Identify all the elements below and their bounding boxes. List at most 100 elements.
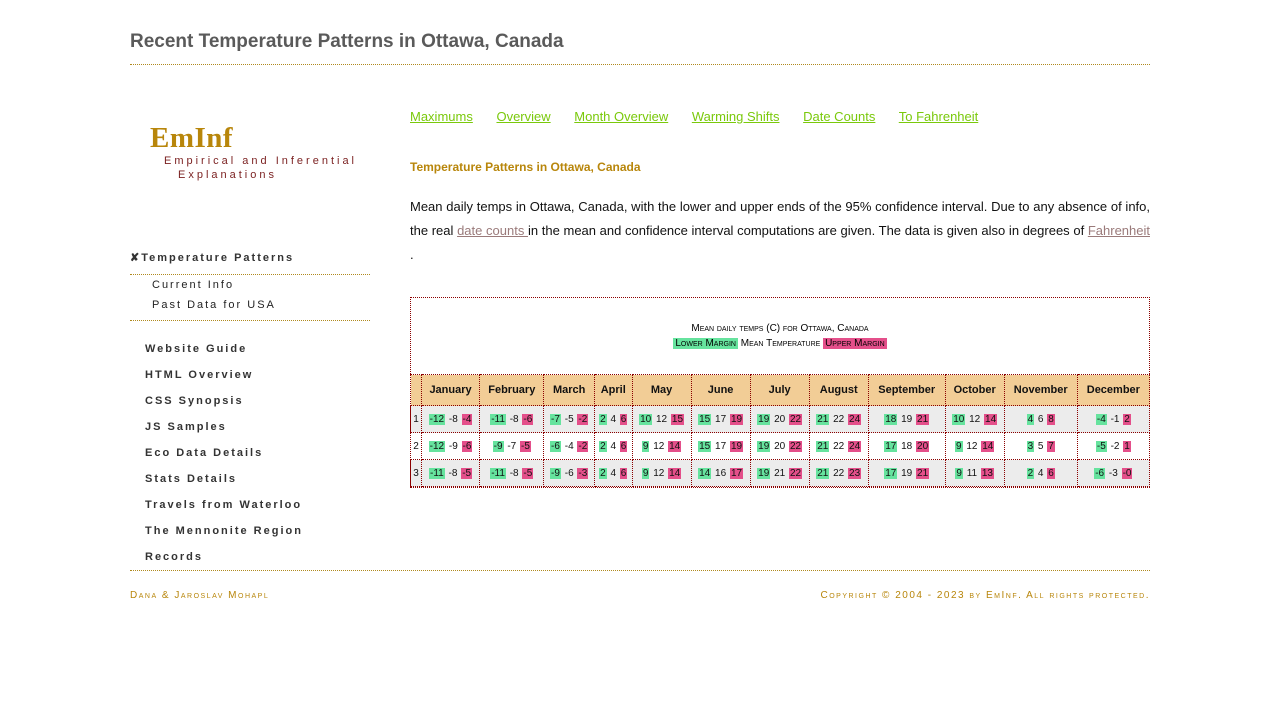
table-cell: -11 -8 -6 [479, 405, 545, 433]
table-header-month: November [1003, 374, 1078, 406]
sidebar-item-eco-data-details[interactable]: Eco Data Details [145, 447, 303, 473]
table-cell: 9 12 14 [944, 432, 1005, 460]
cell-mean: -7 [507, 440, 517, 452]
cell-mean: -6 [564, 467, 574, 479]
nav-link-to-fahrenheit[interactable]: To Fahrenheit [899, 109, 979, 124]
table-cell: 21 22 23 [808, 459, 869, 487]
table-cell: -4 -1 2 [1076, 405, 1151, 433]
logo-name: EmInf [150, 122, 234, 154]
nav-link-date-counts[interactable]: Date Counts [803, 109, 875, 124]
cell-mean: -9 [448, 440, 458, 452]
table-cell: 4 6 8 [1003, 405, 1078, 433]
cell-mean: -4 [564, 440, 574, 452]
table-cell: -5 -2 1 [1076, 432, 1151, 460]
cell-upper-margin: 14 [984, 413, 998, 425]
sidebar-item-stats-details[interactable]: Stats Details [145, 473, 303, 499]
cell-lower-margin: 2 [1026, 467, 1035, 479]
cell-mean: -3 [1108, 467, 1118, 479]
cell-mean: 18 [901, 440, 913, 452]
sidebar-item-html-overview[interactable]: HTML Overview [145, 369, 303, 395]
cell-upper-margin: 14 [668, 440, 682, 452]
table-header-month: October [944, 374, 1005, 406]
cell-upper-margin: -2 [577, 413, 589, 425]
cell-upper-margin: 24 [848, 440, 862, 452]
fahrenheit-link[interactable]: Fahrenheit [1088, 223, 1150, 238]
sidebar-section-temperature-patterns[interactable]: ✘Temperature Patterns [130, 251, 294, 264]
sidebar-divider [130, 274, 370, 275]
cell-lower-margin: 9 [954, 440, 963, 452]
sidebar-item-records[interactable]: Records [145, 551, 303, 577]
table-cell: 15 17 19 [690, 405, 751, 433]
nav-link-maximums[interactable]: Maximums [410, 109, 473, 124]
table-header-row: January February March April May June July Augu… [410, 374, 1151, 406]
cell-lower-margin: 2 [599, 440, 607, 452]
cell-lower-margin: 19 [757, 467, 771, 479]
intro-text-2: in the mean and confidence interval comp… [527, 223, 1088, 238]
sidebar-item-js-samples[interactable]: JS Samples [145, 421, 303, 447]
cell-lower-margin: -5 [1095, 440, 1107, 452]
table-cell: -12 -8 -4 [420, 405, 481, 433]
logo[interactable]: EmInf Empirical and Inferential Explanat… [150, 122, 357, 182]
table-cell: 2 4 6 [593, 432, 633, 460]
cell-lower-margin: 9 [955, 467, 963, 479]
section-heading: Temperature Patterns in Ottawa, Canada [410, 160, 641, 174]
cell-upper-margin: 22 [788, 440, 803, 452]
table-header-month: July [749, 374, 810, 406]
cell-upper-margin: -2 [577, 440, 589, 452]
table-header-month: June [690, 374, 751, 406]
cell-upper-margin: 6 [619, 440, 628, 452]
cell-upper-margin: -3 [577, 467, 589, 479]
sidebar-item-travels-from-waterloo[interactable]: Travels from Waterloo [145, 499, 303, 525]
cell-mean: 17 [715, 440, 727, 452]
sidebar-subitem-current-info[interactable]: Current Info [152, 279, 234, 291]
table-cell: 9 12 14 [631, 432, 692, 460]
cell-upper-margin: 1 [1123, 440, 1131, 452]
nav-link-warming-shifts[interactable]: Warming Shifts [692, 109, 780, 124]
table-cell: 15 17 19 [690, 432, 751, 460]
cell-upper-margin: 2 [1123, 413, 1131, 425]
cell-upper-margin: 23 [848, 467, 862, 479]
cell-upper-margin: -5 [461, 467, 473, 479]
sidebar-item-mennonite-region[interactable]: The Mennonite Region [145, 525, 303, 551]
cell-upper-margin: 6 [1047, 467, 1055, 479]
table-cell: 18 19 21 [867, 405, 946, 433]
cell-mean: 22 [833, 413, 845, 425]
legend-mean-temperature: Mean Temperature [740, 338, 821, 349]
bottom-divider [130, 570, 1150, 571]
cell-lower-margin: 14 [698, 467, 712, 479]
table-row: 3 -11 -8 -5 -11 -8 -5 -9 -6 -3 2 4 69 12 14 1… [410, 459, 1151, 487]
cell-mean: 12 [653, 467, 665, 479]
cell-upper-margin: 14 [981, 440, 995, 452]
table-cell: -9 -6 -3 [543, 459, 595, 487]
cell-upper-margin: 20 [916, 440, 930, 452]
sidebar-item-css-synopsis[interactable]: CSS Synopsis [145, 395, 303, 421]
cell-lower-margin: 15 [698, 440, 712, 452]
cell-lower-margin: 10 [639, 413, 653, 425]
cell-upper-margin: -0 [1121, 467, 1133, 479]
cell-mean: 19 [901, 467, 913, 479]
cell-lower-margin: -12 [428, 440, 446, 452]
cell-lower-margin: -11 [490, 413, 506, 425]
table-header-month: March [543, 374, 595, 406]
sidebar-item-website-guide[interactable]: Website Guide [145, 343, 303, 369]
table-row: 2 -12 -9 -6 -9 -7 -5 -6 -4 -2 2 4 69 12 14 15… [410, 432, 1151, 460]
table-header-month: January [420, 374, 481, 406]
cell-upper-margin: 7 [1047, 440, 1055, 452]
cell-lower-margin: -11 [429, 467, 445, 479]
nav-link-overview[interactable]: Overview [496, 109, 550, 124]
cell-mean: -5 [564, 413, 574, 425]
table-row: 1 -12 -8 -4 -11 -8 -6 -7 -5 -2 2 4 6 10 12 15… [410, 405, 1151, 433]
cell-lower-margin: -4 [1095, 413, 1107, 425]
cell-lower-margin: 19 [757, 440, 771, 452]
nav-link-month-overview[interactable]: Month Overview [574, 109, 668, 124]
cell-lower-margin: -6 [1094, 467, 1106, 479]
cell-mean: 4 [610, 440, 617, 452]
cell-upper-margin: 6 [619, 467, 628, 479]
sidebar-subitem-past-data[interactable]: Past Data for USA [152, 299, 276, 311]
temperature-table: January February March April May June July Augu… [410, 374, 1151, 487]
cell-mean: 11 [966, 467, 978, 479]
intro-paragraph: Mean daily temps in Ottawa, Canada, with… [410, 195, 1150, 267]
date-counts-link[interactable]: date counts [457, 223, 528, 238]
cell-upper-margin: -6 [522, 413, 534, 425]
table-body: 1 -12 -8 -4 -11 -8 -6 -7 -5 -2 2 4 6 10 12 15… [410, 405, 1151, 487]
